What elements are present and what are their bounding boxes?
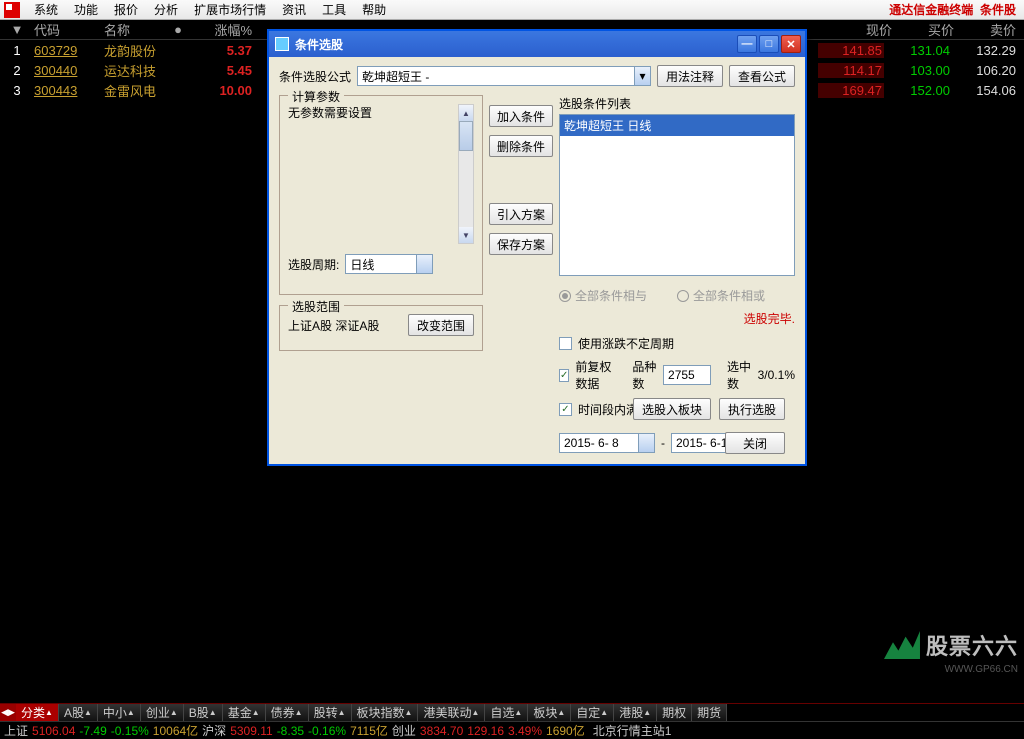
run-button[interactable]: 执行选股 (719, 398, 785, 420)
menu-item[interactable]: 帮助 (354, 1, 394, 18)
scroll-down-icon[interactable]: ▼ (459, 227, 473, 243)
condition-list-label: 选股条件列表 (559, 97, 631, 111)
close-button[interactable]: ✕ (781, 35, 801, 53)
change-range-button[interactable]: 改变范围 (408, 314, 474, 336)
app-logo-icon (4, 2, 20, 18)
import-plan-button[interactable]: 引入方案 (489, 203, 553, 225)
col-flag: ● (170, 22, 186, 37)
chevron-down-icon[interactable] (416, 255, 432, 273)
menu-item[interactable]: 资讯 (274, 1, 314, 18)
menu-item[interactable]: 工具 (314, 1, 354, 18)
chevron-down-icon (638, 434, 654, 452)
fq-checkbox[interactable]: ✓ (559, 369, 569, 382)
dialog-icon (275, 37, 289, 51)
col-code[interactable]: 代码 (34, 20, 104, 39)
app-title: 通达信金融终端 条件股 (889, 1, 1024, 18)
radio-or[interactable]: 全部条件相或 (677, 287, 765, 304)
category-tab[interactable]: 港美联动 ▲ (418, 704, 485, 721)
condition-dialog: 条件选股 ― □ ✕ 条件选股公式 乾坤超短王 - ▾ 用法注释 查看公式 (267, 29, 807, 466)
close-dialog-button[interactable]: 关闭 (725, 432, 785, 454)
category-tabbar: ◀▶ 分类 ▲A股 ▲中小 ▲创业 ▲B股 ▲基金 ▲债券 ▲股转 ▲板块指数 … (0, 703, 1024, 721)
selection-status: 选股完毕. (559, 310, 795, 327)
server-label[interactable]: 北京行情主站1 (593, 722, 672, 739)
category-tab[interactable]: A股 ▲ (59, 704, 98, 721)
dialog-title: 条件选股 (295, 36, 737, 53)
formula-value: 乾坤超短王 - (362, 68, 429, 85)
category-tab[interactable]: B股 ▲ (184, 704, 223, 721)
menu-bar: 系统功能报价分析扩展市场行情资讯工具帮助 通达信金融终端 条件股 (0, 0, 1024, 20)
category-tab[interactable]: 债券 ▲ (266, 704, 309, 721)
category-tab[interactable]: 板块指数 ▲ (352, 704, 419, 721)
to-block-button[interactable]: 选股入板块 (633, 398, 711, 420)
condition-item[interactable]: 乾坤超短王 日线 (560, 115, 794, 136)
category-tab[interactable]: 自定 ▲ (571, 704, 614, 721)
condition-list-group: 选股条件列表 乾坤超短王 日线 (559, 95, 795, 281)
category-tab[interactable]: 基金 ▲ (223, 704, 266, 721)
main-area: ▼ 代码 名称 ● 涨幅% 现价 买价 卖价 1603729龙韵股份5.3714… (0, 20, 1024, 701)
period-select[interactable]: 日线 (345, 254, 433, 274)
volatile-checkbox[interactable] (559, 337, 572, 350)
category-tab[interactable]: 期权 (657, 704, 692, 721)
status-bar: 上证5106.04 -7.49-0.15% 10064亿 沪深5309.11 -… (0, 721, 1024, 739)
col-far1[interactable]: 现价 (866, 20, 892, 39)
period-label: 选股周期: (288, 256, 339, 273)
add-condition-button[interactable]: 加入条件 (489, 105, 553, 127)
watermark: 股票六六 WWW.GP66.CN (884, 629, 1018, 661)
scrollbar[interactable]: ▲ ▼ (458, 104, 474, 244)
menu-item[interactable]: 扩展市场行情 (186, 1, 274, 18)
usage-button[interactable]: 用法注释 (657, 65, 723, 87)
menu-item[interactable]: 功能 (66, 1, 106, 18)
category-tab[interactable]: 板块 ▲ (528, 704, 571, 721)
minimize-button[interactable]: ― (737, 35, 757, 53)
delete-condition-button[interactable]: 删除条件 (489, 135, 553, 157)
col-far3[interactable]: 卖价 (990, 20, 1016, 39)
radio-and[interactable]: 全部条件相与 (559, 287, 647, 304)
tabbar-left-icon[interactable]: ◀▶ (0, 704, 16, 721)
view-formula-button[interactable]: 查看公式 (729, 65, 795, 87)
dialog-titlebar[interactable]: 条件选股 ― □ ✕ (269, 31, 805, 57)
category-tab[interactable]: 创业 ▲ (141, 704, 184, 721)
col-name[interactable]: 名称 (104, 20, 170, 39)
variety-field: 2755 (663, 365, 711, 385)
col-sort-icon[interactable]: ▼ (0, 22, 34, 37)
category-tab[interactable]: 股转 ▲ (309, 704, 352, 721)
col-far2[interactable]: 买价 (928, 20, 954, 39)
calc-params-text: 无参数需要设置 (288, 104, 456, 244)
category-tab[interactable]: 港股 ▲ (614, 704, 657, 721)
condition-listbox[interactable]: 乾坤超短王 日线 (559, 114, 795, 276)
timerange-checkbox[interactable]: ✓ (559, 403, 572, 416)
date-from[interactable]: 2015- 6- 8 (559, 433, 655, 453)
category-tab[interactable]: 中小 ▲ (98, 704, 141, 721)
calc-params-group: 计算参数 无参数需要设置 ▲ ▼ 选股周期: (279, 95, 483, 295)
col-pct[interactable]: 涨幅% (186, 20, 252, 39)
scroll-up-icon[interactable]: ▲ (459, 105, 473, 121)
selected-value: 3/0.1% (758, 368, 795, 382)
save-plan-button[interactable]: 保存方案 (489, 233, 553, 255)
category-tab[interactable]: 期货 (692, 704, 727, 721)
menu-item[interactable]: 报价 (106, 1, 146, 18)
range-text: 上证A股 深证A股 (288, 317, 400, 334)
category-tab[interactable]: 分类 ▲ (16, 704, 59, 721)
menu-item[interactable]: 分析 (146, 1, 186, 18)
formula-combo[interactable]: 乾坤超短王 - ▾ (357, 66, 651, 86)
scroll-thumb[interactable] (459, 121, 473, 151)
watermark-icon (884, 631, 920, 659)
range-group: 选股范围 上证A股 深证A股 改变范围 (279, 305, 483, 351)
category-tab[interactable]: 自选 ▲ (485, 704, 528, 721)
maximize-button[interactable]: □ (759, 35, 779, 53)
chevron-down-icon[interactable]: ▾ (634, 67, 650, 85)
menu-item[interactable]: 系统 (26, 1, 66, 18)
formula-label: 条件选股公式 (279, 68, 351, 85)
